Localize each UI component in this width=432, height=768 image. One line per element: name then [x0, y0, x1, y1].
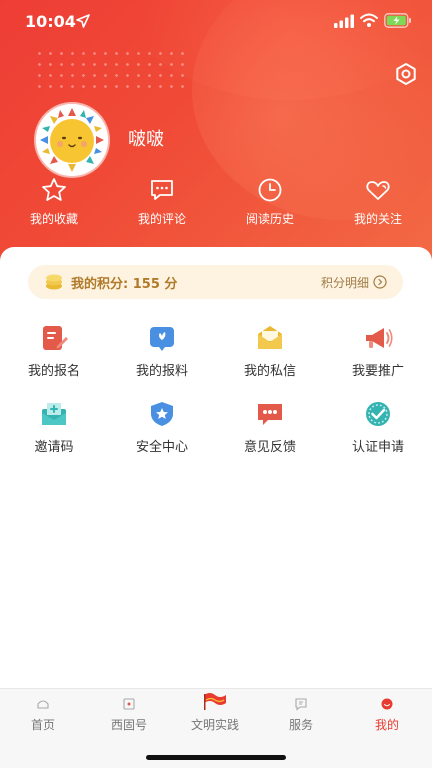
service-security[interactable]: 安全中心 — [108, 399, 216, 455]
quick-item-label: 我的关注 — [353, 212, 402, 226]
megaphone-icon — [366, 328, 393, 348]
tab-profile[interactable]: 我的 — [344, 697, 430, 733]
heart-icon — [366, 181, 390, 200]
location-arrow-icon — [76, 14, 90, 28]
comment-icon — [151, 180, 173, 200]
signup-icon — [43, 326, 68, 350]
home-icon — [37, 700, 49, 709]
shield-icon — [151, 402, 173, 426]
tab-label: 文明实践 — [190, 718, 239, 732]
service-label: 我的报料 — [135, 364, 188, 379]
coin-stack-icon — [46, 274, 62, 290]
wifi-icon — [360, 13, 378, 27]
service-promote[interactable]: 我要推广 — [324, 323, 432, 379]
feedback-icon — [258, 404, 282, 425]
signal-icon — [334, 14, 354, 28]
status-bar: 10:04 — [0, 0, 432, 44]
service-invite[interactable]: 邀请码 — [0, 399, 108, 455]
report-icon — [150, 327, 174, 351]
quick-item-label: 我的收藏 — [29, 212, 78, 226]
decorative-dots — [34, 48, 184, 93]
settings-icon[interactable] — [394, 62, 418, 86]
service-report[interactable]: 我的报料 — [108, 323, 216, 379]
service-label: 认证申请 — [351, 440, 404, 455]
tab-service[interactable]: 服务 — [258, 697, 344, 733]
tab-label: 西固号 — [110, 718, 147, 732]
service-label: 我的私信 — [243, 364, 296, 379]
tab-civilization[interactable]: 文明实践 — [172, 693, 258, 733]
service-label: 我的报名 — [27, 364, 80, 379]
mail-icon — [258, 326, 282, 349]
quick-item-label: 我的评论 — [137, 212, 186, 226]
points-detail-link[interactable]: 积分明细 — [321, 274, 369, 291]
points-bar[interactable]: 我的积分: 155 分 积分明细 — [28, 265, 403, 299]
service-label: 意见反馈 — [243, 440, 296, 455]
service-label: 邀请码 — [34, 440, 74, 455]
chevron-right-circle-icon[interactable] — [373, 275, 387, 289]
tab-label: 我的 — [374, 718, 399, 732]
service-label: 安全中心 — [135, 440, 188, 455]
username[interactable]: 啵啵 — [128, 125, 164, 151]
quick-item-label: 阅读历史 — [245, 212, 294, 226]
quick-item-following[interactable]: 我的关注 — [324, 176, 432, 227]
service-icon — [295, 698, 307, 711]
profile-icon — [381, 698, 393, 710]
avatar[interactable] — [36, 104, 108, 176]
flag-icon — [204, 693, 226, 710]
battery-charging-icon — [384, 13, 411, 28]
clock-icon — [258, 178, 282, 202]
points-text: 我的积分: 155 分 — [71, 277, 178, 292]
tab-channel[interactable]: 西固号 — [86, 697, 172, 733]
service-signup[interactable]: 我的报名 — [0, 323, 108, 379]
quick-item-history[interactable]: 阅读历史 — [216, 176, 324, 227]
invite-icon — [42, 403, 66, 425]
sun-avatar-icon — [36, 104, 108, 176]
service-feedback[interactable]: 意见反馈 — [216, 399, 324, 455]
tab-label: 服务 — [288, 718, 313, 732]
services-card: 我的积分: 155 分 积分明细 我的报名 我的报料 我的私信 我要推广 邀请码… — [0, 247, 432, 688]
quick-item-comments[interactable]: 我的评论 — [108, 176, 216, 227]
tab-home[interactable]: 首页 — [0, 697, 86, 733]
channel-icon — [123, 698, 135, 710]
star-icon — [42, 178, 66, 201]
quick-actions: 我的收藏 我的评论 阅读历史 我的关注 — [0, 176, 432, 236]
service-verify[interactable]: 认证申请 — [324, 399, 432, 455]
tab-label: 首页 — [30, 718, 55, 732]
home-indicator[interactable] — [146, 755, 286, 760]
service-label: 我要推广 — [351, 364, 404, 379]
verify-icon — [366, 402, 390, 426]
status-time: 10:04 — [25, 12, 76, 31]
quick-item-favorites[interactable]: 我的收藏 — [0, 176, 108, 227]
service-messages[interactable]: 我的私信 — [216, 323, 324, 379]
